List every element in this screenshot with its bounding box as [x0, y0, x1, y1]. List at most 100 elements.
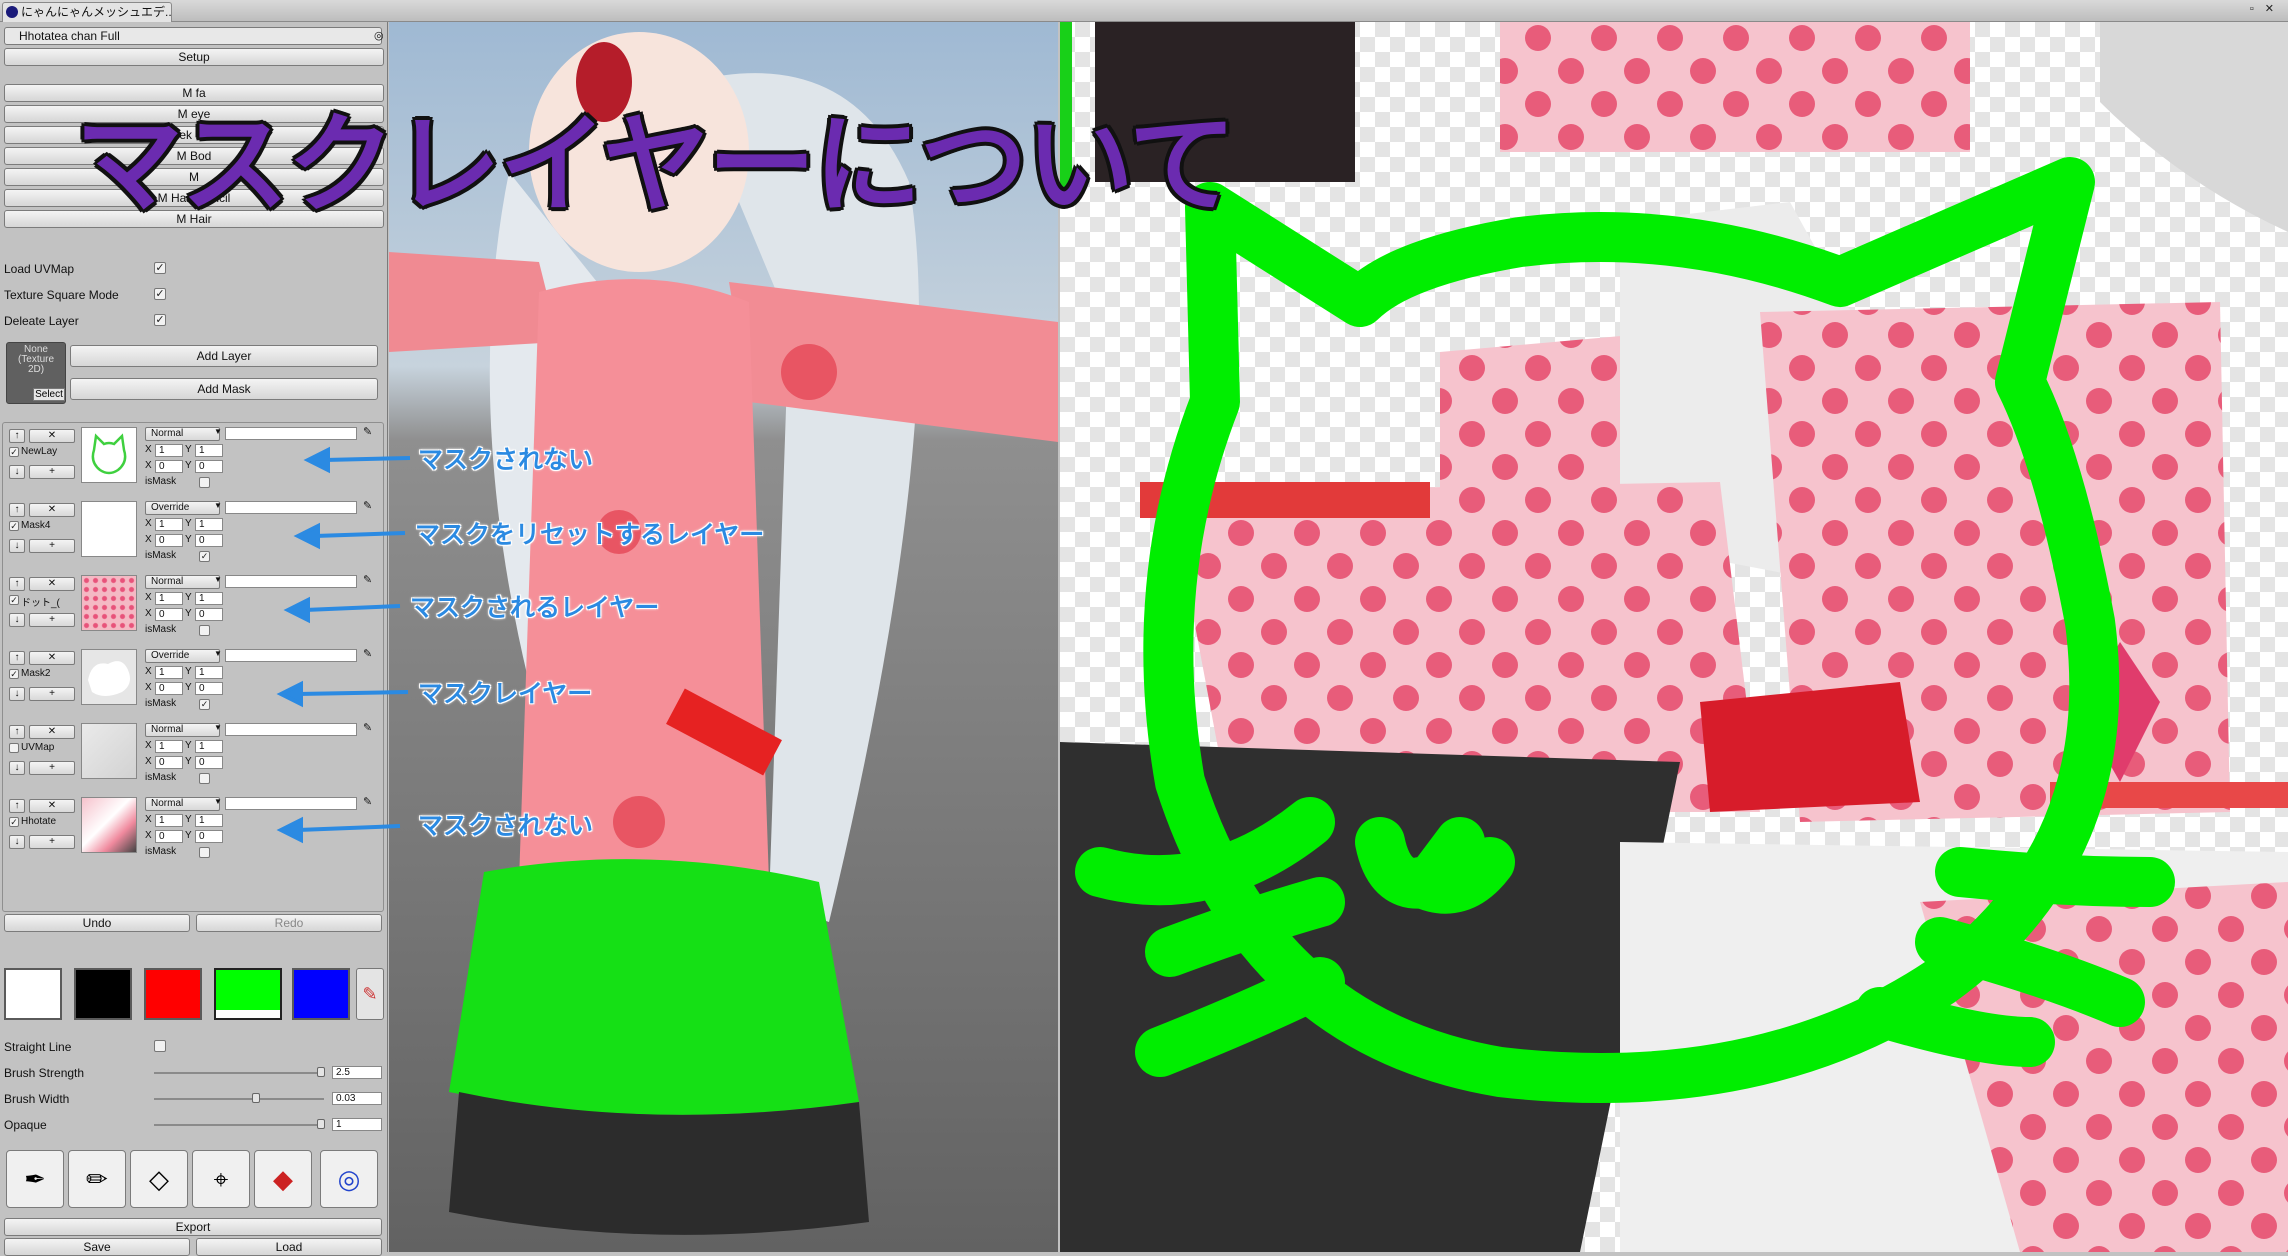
eyedropper-icon[interactable]: ✎	[363, 499, 372, 512]
layer-visible-checkbox[interactable]: ✓	[9, 817, 19, 827]
add-mask-button[interactable]: Add Mask	[70, 378, 378, 400]
layer-copy-button[interactable]: +	[29, 465, 75, 479]
layer-copy-button[interactable]: +	[29, 613, 75, 627]
layer-visible-checkbox[interactable]: ✓	[9, 595, 19, 605]
layer-copy-button[interactable]: +	[29, 687, 75, 701]
eraser-icon[interactable]: ✏	[68, 1150, 126, 1208]
is-mask-checkbox[interactable]: ✓	[199, 699, 210, 710]
texture-select-button[interactable]: Select	[33, 388, 65, 401]
texture-slot[interactable]: None (Texture 2D) Select	[6, 342, 66, 404]
layer-down-button[interactable]: ↓	[9, 465, 25, 479]
color-swatch-red[interactable]	[144, 968, 202, 1020]
layer-delete-button[interactable]: ✕	[29, 651, 75, 665]
window-controls[interactable]: ▫ ✕	[2250, 2, 2278, 15]
opaque-slider[interactable]	[154, 1124, 324, 1126]
layer-name-field[interactable]	[225, 575, 357, 588]
eyedropper-icon[interactable]: ✎	[363, 795, 372, 808]
is-mask-checkbox[interactable]	[199, 477, 210, 488]
offset-x-field[interactable]: 0	[155, 534, 183, 547]
scale-x-field[interactable]: 1	[155, 518, 183, 531]
layer-name-field[interactable]	[225, 723, 357, 736]
is-mask-checkbox[interactable]	[199, 773, 210, 784]
layer-thumbnail[interactable]	[81, 723, 137, 779]
color-swatch-green[interactable]	[214, 968, 282, 1020]
scale-y-field[interactable]: 1	[195, 666, 223, 679]
offset-x-field[interactable]: 0	[155, 756, 183, 769]
scale-x-field[interactable]: 1	[155, 666, 183, 679]
scale-y-field[interactable]: 1	[195, 740, 223, 753]
layer-visible-checkbox[interactable]: ✓	[9, 669, 19, 679]
uv-texture-view[interactable]	[1060, 22, 2288, 1252]
stamp-icon[interactable]: ⌖	[192, 1150, 250, 1208]
color-swatch-black[interactable]	[74, 968, 132, 1020]
blend-mode-select[interactable]: Normal	[145, 575, 220, 589]
layer-thumbnail[interactable]	[81, 797, 137, 853]
undo-button[interactable]: Undo	[4, 914, 190, 932]
layer-thumbnail[interactable]	[81, 427, 137, 483]
layer-down-button[interactable]: ↓	[9, 539, 25, 553]
brush-width-field[interactable]: 0.03	[332, 1092, 382, 1105]
layer-name-field[interactable]	[225, 797, 357, 810]
layer-up-button[interactable]: ↑	[9, 429, 25, 443]
option-checkbox-0[interactable]: ✓	[154, 262, 166, 274]
layer-copy-button[interactable]: +	[29, 761, 75, 775]
brush-strength-slider[interactable]	[154, 1072, 324, 1074]
layer-name-field[interactable]	[225, 501, 357, 514]
blend-mode-select[interactable]: Override	[145, 649, 220, 663]
blend-mode-select[interactable]: Override	[145, 501, 220, 515]
offset-y-field[interactable]: 0	[195, 682, 223, 695]
scale-x-field[interactable]: 1	[155, 444, 183, 457]
offset-x-field[interactable]: 0	[155, 460, 183, 473]
layer-down-button[interactable]: ↓	[9, 613, 25, 627]
eyedropper-icon[interactable]: ✎	[363, 647, 372, 660]
scale-x-field[interactable]: 1	[155, 740, 183, 753]
color-swatch-white[interactable]	[4, 968, 62, 1020]
spoit-icon[interactable]: ◎	[320, 1150, 378, 1208]
layer-name-field[interactable]	[225, 649, 357, 662]
layer-visible-checkbox[interactable]: ✓	[9, 447, 19, 457]
scale-y-field[interactable]: 1	[195, 814, 223, 827]
layer-down-button[interactable]: ↓	[9, 761, 25, 775]
layer-down-button[interactable]: ↓	[9, 835, 25, 849]
eyedropper-icon[interactable]: ✎	[363, 425, 372, 438]
color-swatch-blue[interactable]	[292, 968, 350, 1020]
layer-thumbnail[interactable]	[81, 575, 137, 631]
layer-up-button[interactable]: ↑	[9, 799, 25, 813]
layer-name-field[interactable]	[225, 427, 357, 440]
layer-delete-button[interactable]: ✕	[29, 725, 75, 739]
is-mask-checkbox[interactable]	[199, 847, 210, 858]
straight-line-checkbox[interactable]	[154, 1040, 166, 1052]
opaque-field[interactable]: 1	[332, 1118, 382, 1131]
window-tab[interactable]: にゃんにゃんメッシュエデ...	[2, 2, 172, 22]
layer-copy-button[interactable]: +	[29, 835, 75, 849]
layer-delete-button[interactable]: ✕	[29, 429, 75, 443]
layer-thumbnail[interactable]	[81, 501, 137, 557]
load-button[interactable]: Load	[196, 1238, 382, 1256]
layer-up-button[interactable]: ↑	[9, 577, 25, 591]
layer-copy-button[interactable]: +	[29, 539, 75, 553]
layer-visible-checkbox[interactable]	[9, 743, 19, 753]
layer-up-button[interactable]: ↑	[9, 503, 25, 517]
is-mask-checkbox[interactable]: ✓	[199, 551, 210, 562]
layer-visible-checkbox[interactable]: ✓	[9, 521, 19, 531]
blend-mode-select[interactable]: Normal	[145, 427, 220, 441]
fill-icon[interactable]: ◇	[130, 1150, 188, 1208]
layer-up-button[interactable]: ↑	[9, 651, 25, 665]
opaque-knob[interactable]	[316, 1119, 325, 1129]
layer-delete-button[interactable]: ✕	[29, 577, 75, 591]
redo-button[interactable]: Redo	[196, 914, 382, 932]
layer-delete-button[interactable]: ✕	[29, 503, 75, 517]
scale-y-field[interactable]: 1	[195, 592, 223, 605]
save-button[interactable]: Save	[4, 1238, 190, 1256]
blend-mode-select[interactable]: Normal	[145, 797, 220, 811]
scale-y-field[interactable]: 1	[195, 518, 223, 531]
offset-y-field[interactable]: 0	[195, 756, 223, 769]
offset-y-field[interactable]: 0	[195, 534, 223, 547]
blend-mode-select[interactable]: Normal	[145, 723, 220, 737]
brush-width-slider[interactable]	[154, 1098, 324, 1100]
offset-y-field[interactable]: 0	[195, 460, 223, 473]
layer-delete-button[interactable]: ✕	[29, 799, 75, 813]
layer-down-button[interactable]: ↓	[9, 687, 25, 701]
eyedropper-icon[interactable]: ✎	[363, 573, 372, 586]
scale-x-field[interactable]: 1	[155, 814, 183, 827]
